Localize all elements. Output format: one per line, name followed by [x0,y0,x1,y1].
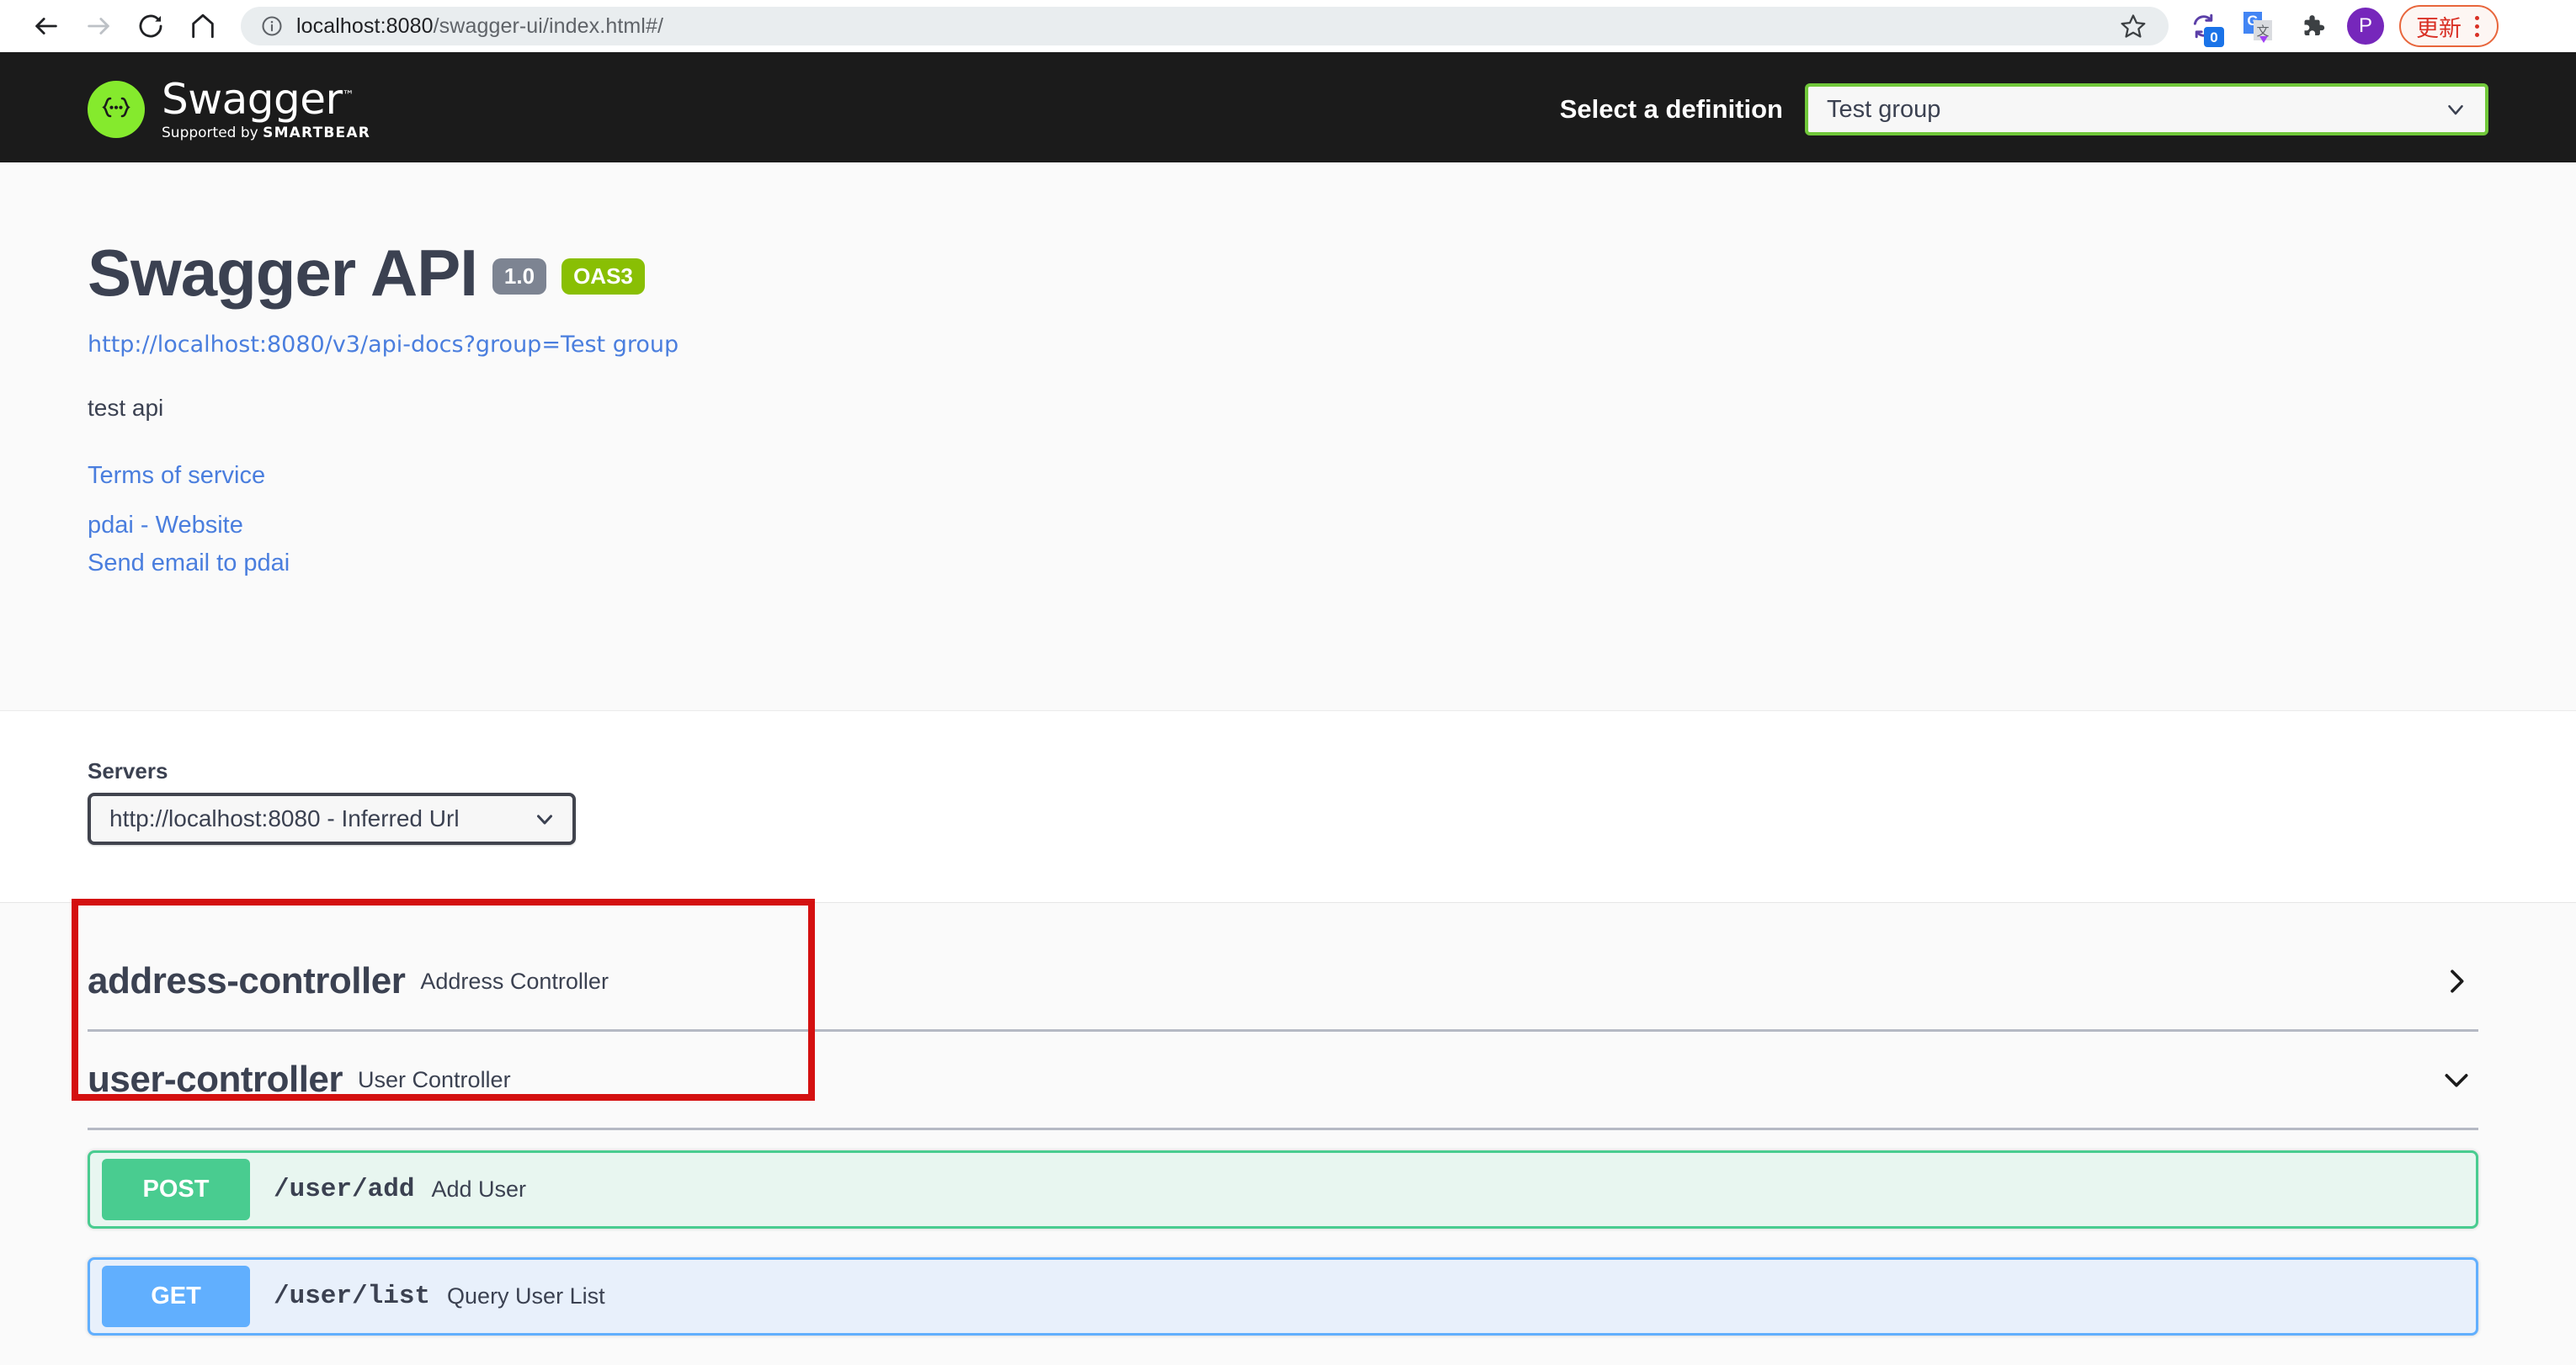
profile-button[interactable]: P [2339,2,2392,50]
operations-section: address-controller Address Controller us… [0,933,2576,1358]
chevron-down-icon [532,806,557,831]
site-info-icon[interactable] [259,13,285,39]
operation-summary: Add User [431,1176,526,1202]
http-method-badge: POST [102,1159,250,1220]
home-icon [192,13,214,39]
reload-button[interactable] [126,2,175,50]
definition-select[interactable]: Test group [1805,83,2488,135]
trademark-mark: ™ [342,88,354,103]
server-select[interactable]: http://localhost:8080 - Inferred Url [88,793,576,845]
operation-path: /user/list [274,1282,431,1311]
reload-icon [139,14,162,38]
server-selected-value: http://localhost:8080 - Inferred Url [109,805,460,831]
arrow-left-icon [35,18,57,35]
puzzle-piece-icon [2304,15,2325,36]
api-title-row: Swagger API 1.0 OAS3 [88,235,2488,311]
browser-toolbar: localhost:8080/swagger-ui/index.html#/ 0… [0,0,2576,52]
chevron-down-icon[interactable] [2435,1058,2478,1102]
api-docs-url-link[interactable]: http://localhost:8080/v3/api-docs?group=… [88,332,2488,358]
email-link[interactable]: Send email to pdai [88,550,290,577]
tag-divider [88,1128,2478,1130]
definition-selector-group: Select a definition Test group [1560,83,2576,135]
tag-description: Address Controller [420,968,609,994]
forward-button[interactable] [74,2,123,50]
translate-pointer [2259,36,2268,43]
servers-label: Servers [88,758,168,783]
api-description: test api [88,395,164,421]
sync-badge: 0 [2204,27,2224,47]
address-bar[interactable]: localhost:8080/swagger-ui/index.html#/ [241,7,2169,45]
swagger-logo-icon [88,81,145,138]
update-label: 更新 [2416,15,2462,42]
operation-path: /user/add [274,1175,415,1204]
api-links: Terms of service pdai - Website Send ema… [88,462,2488,577]
tag-name: address-controller [88,960,406,1001]
browser-nav-buttons [22,2,227,50]
url-host: localhost:8080 [296,13,434,38]
browser-action-icons: 0 G 文 P 更新 [2177,2,2499,50]
operation-post-user-add[interactable]: POST /user/add Add User [88,1150,2478,1229]
bookmark-star-icon[interactable] [2115,8,2152,45]
tag-name: user-controller [88,1059,343,1100]
page-title: Swagger API [88,236,478,310]
http-method-badge: GET [102,1266,250,1327]
terms-of-service-link[interactable]: Terms of service [88,462,265,490]
operation-get-user-list[interactable]: GET /user/list Query User List [88,1257,2478,1336]
oas-badge: OAS3 [562,258,645,295]
url-path: /swagger-ui/index.html#/ [433,13,663,38]
chevron-right-icon[interactable] [2435,959,2478,1003]
sidebar-item-address-controller[interactable]: address-controller Address Controller [88,933,2478,1029]
website-link[interactable]: pdai - Website [88,512,243,539]
page-footer-space [0,1358,2576,1365]
update-button[interactable]: 更新 [2399,5,2499,47]
section-divider [0,902,2576,903]
definition-selected-value: Test group [1827,95,1941,123]
sync-button[interactable]: 0 [2177,2,2231,50]
home-button[interactable] [178,2,227,50]
sidebar-item-user-controller[interactable]: user-controller User Controller [88,1032,2478,1128]
api-info-section: Swagger API 1.0 OAS3 http://localhost:80… [0,162,2576,711]
swagger-logo-link[interactable]: Swagger™ Supported by SMARTBEAR [88,78,370,141]
swagger-supported-by: Supported by SMARTBEAR [162,125,370,141]
version-badge: 1.0 [492,258,547,295]
extensions-button[interactable] [2285,2,2339,50]
definition-label: Select a definition [1559,94,1783,124]
tag-description: User Controller [358,1066,511,1092]
google-translate-icon: G 文 [2243,12,2272,43]
avatar: P [2347,8,2384,45]
chevron-down-icon [2443,97,2468,122]
url-text: localhost:8080/swagger-ui/index.html#/ [296,14,2115,39]
back-button[interactable] [22,2,71,50]
swagger-topbar: Swagger™ Supported by SMARTBEAR Select a… [0,56,2576,162]
swagger-brand-block: Swagger™ Supported by SMARTBEAR [162,78,370,141]
kebab-menu-icon[interactable] [2462,9,2492,43]
swagger-brand-text: Swagger™ [162,75,354,124]
translate-button[interactable]: G 文 [2231,2,2285,50]
operation-summary: Query User List [447,1283,605,1309]
smartbear-brand: SMARTBEAR [263,125,370,141]
arrow-right-icon [88,18,109,35]
servers-section: Servers http://localhost:8080 - Inferred… [0,711,2576,902]
